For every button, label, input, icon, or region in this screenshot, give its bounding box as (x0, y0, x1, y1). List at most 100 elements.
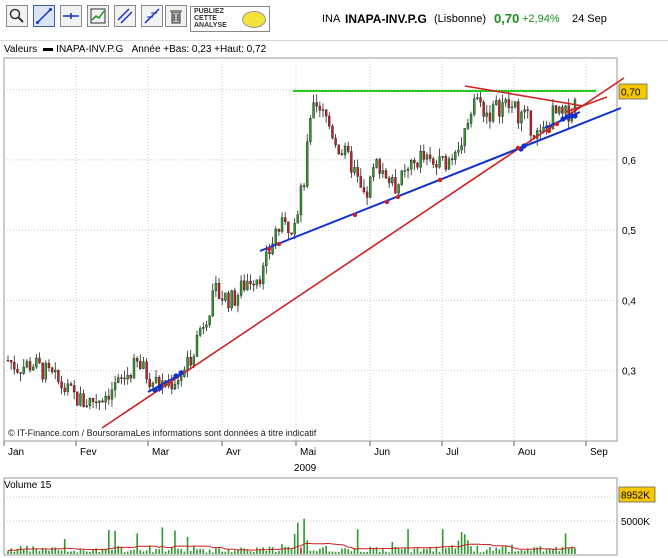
trend-touch-marker (384, 199, 390, 205)
volume-bar (60, 550, 63, 554)
volume-bar (114, 530, 116, 554)
candle-body (517, 101, 520, 124)
volume-bar (319, 548, 321, 554)
volume-bar (271, 547, 274, 554)
candle-body (302, 185, 306, 187)
candle-body (391, 177, 394, 184)
candle-body (413, 160, 416, 164)
support-touch-marker (178, 370, 184, 376)
candle-body (359, 176, 362, 188)
candle-body (422, 150, 425, 160)
candle-body (176, 380, 180, 385)
candle (444, 153, 448, 172)
candle-body (72, 385, 76, 393)
volume-bar (268, 546, 271, 554)
x-tick-label: Jan (8, 447, 24, 458)
candle-body (463, 128, 466, 146)
volume-bar (410, 552, 412, 554)
volume-bar (130, 550, 132, 554)
candle-body (110, 389, 114, 400)
candle-body (403, 170, 407, 172)
support-touch-marker (152, 387, 158, 393)
candle-body (98, 400, 101, 403)
volume-bar (249, 551, 252, 554)
volume-bar (331, 551, 334, 554)
volume-bar (363, 552, 365, 554)
volume-bar (45, 549, 47, 554)
volume-bar (545, 549, 548, 554)
volume-bar (470, 546, 472, 554)
candle-body (469, 114, 473, 124)
volume-bar (240, 547, 242, 554)
volume-bar (82, 550, 85, 554)
volume-bar (382, 549, 384, 554)
trend-touch-marker (352, 212, 358, 218)
candle-body (554, 105, 558, 114)
y-tick-label: 0,5 (622, 226, 636, 237)
candle-body (387, 177, 391, 184)
candle-body (526, 109, 529, 111)
candle-body (450, 158, 454, 160)
candle (369, 175, 372, 199)
candle-body (19, 372, 22, 374)
trend-touch-marker (554, 121, 560, 127)
candle-body (142, 361, 145, 369)
candle-body (397, 184, 400, 194)
volume-bar (234, 550, 236, 554)
candle-body (419, 150, 422, 168)
candle-body (35, 357, 38, 368)
price-chart[interactable]: © IT-Finance.com / BoursoramaLes informa… (0, 0, 668, 558)
volume-bar (120, 547, 123, 554)
trend-touch-marker (515, 145, 521, 151)
x-axis-label: 2009 (294, 463, 317, 474)
candle (76, 391, 79, 407)
volume-bar (445, 548, 447, 554)
candle-body (220, 298, 224, 301)
volume-bar (208, 549, 211, 554)
support-touch-marker (521, 143, 527, 149)
candle-body (186, 356, 189, 370)
volume-bar (407, 529, 409, 554)
volume-bar (186, 537, 189, 554)
volume-bar (252, 552, 255, 554)
support-touch-marker (173, 373, 179, 379)
candle-body (410, 160, 413, 170)
volume-bar (174, 530, 176, 554)
volume-bar (164, 551, 167, 554)
volume-bar (196, 549, 198, 554)
volume-title: Volume 15 (4, 480, 52, 491)
candle-body (438, 156, 441, 168)
candle-body (394, 177, 397, 194)
candle-body (126, 375, 129, 380)
volume-bar (312, 550, 315, 554)
volume-bar (22, 549, 25, 554)
volume-bar (567, 547, 570, 554)
volume-bar (347, 549, 349, 554)
volume-bar (489, 546, 491, 554)
volume-bar (224, 551, 227, 554)
candle-body (309, 117, 312, 142)
candle (331, 124, 334, 140)
volume-bar (26, 545, 28, 554)
volume-bar (511, 544, 513, 554)
volume-bar (199, 549, 201, 554)
volume-bar (426, 548, 428, 554)
candle (233, 287, 237, 307)
y-tick-label: 0,4 (622, 296, 636, 307)
volume-bar (492, 550, 494, 554)
volume-bar (344, 548, 346, 554)
volume-bar (520, 550, 523, 554)
candle-body (91, 397, 95, 402)
volume-bar (467, 540, 469, 554)
volume-bar (501, 546, 504, 554)
volume-bar (504, 545, 507, 554)
candle-body (6, 359, 10, 362)
candle (306, 134, 309, 189)
volume-bar (432, 551, 435, 554)
volume-bar (265, 550, 268, 554)
candle-body (498, 100, 501, 117)
volume-bar (558, 551, 561, 554)
candle-body (529, 110, 533, 136)
candle-body (372, 167, 375, 178)
volume-bar (517, 551, 520, 554)
